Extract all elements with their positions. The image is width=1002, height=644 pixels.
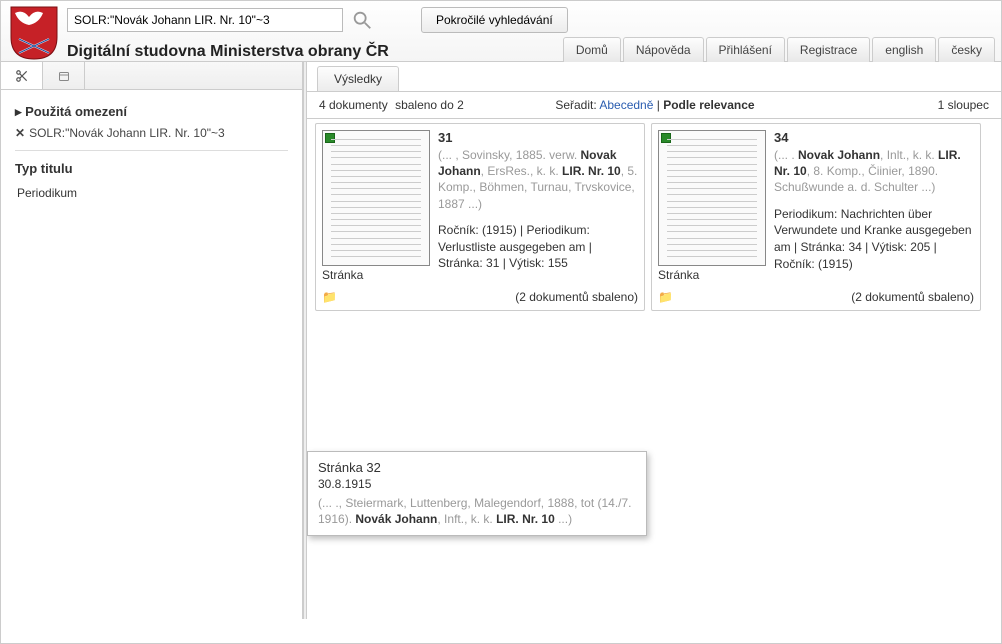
- sidebar: ▸ Použitá omezení ✕ SOLR:"Novák Johann L…: [1, 62, 303, 619]
- nav-help[interactable]: Nápověda: [623, 37, 704, 62]
- result-title: 34: [774, 130, 974, 145]
- thumb-label: Stránka: [322, 268, 430, 282]
- collapsed-label: (2 dokumentů sbaleno): [515, 290, 638, 304]
- column-toggle[interactable]: 1 sloupec: [938, 98, 989, 112]
- result-preview-tooltip: Stránka 32 30.8.1915 (... ., Steiermark,…: [307, 451, 647, 536]
- popup-snippet: (... ., Steiermark, Luttenberg, Malegend…: [318, 495, 636, 527]
- sidebar-tab-calendar[interactable]: [43, 62, 85, 89]
- search-icon[interactable]: [351, 9, 373, 31]
- nav-english[interactable]: english: [872, 37, 936, 62]
- result-card[interactable]: Stránka 31 (... , Sovinsky, 1885. verw. …: [315, 123, 645, 311]
- result-meta: Ročník: (1915) | Periodikum: Verlustlist…: [438, 222, 638, 272]
- filters-heading: ▸ Použitá omezení: [15, 104, 288, 120]
- result-thumbnail[interactable]: [658, 130, 766, 266]
- result-card[interactable]: Stránka 34 (... . Novak Johann, Inlt., k…: [651, 123, 981, 311]
- filter-chip: ✕ SOLR:"Novák Johann LIR. Nr. 10"~3: [15, 126, 288, 140]
- thumb-label: Stránka: [658, 268, 766, 282]
- sort-relevance[interactable]: Podle relevance: [663, 98, 754, 112]
- top-nav: Domů Nápověda Přihlášení Registrace engl…: [561, 37, 995, 62]
- result-meta: Periodikum: Nachrichten über Verwundete …: [774, 206, 974, 273]
- main-panel: Výsledky 4 dokumenty sbaleno do 2 Seřadi…: [307, 62, 1001, 619]
- folder-icon[interactable]: 📁: [322, 290, 337, 304]
- folder-icon[interactable]: 📁: [658, 290, 673, 304]
- filter-text: SOLR:"Novák Johann LIR. Nr. 10"~3: [29, 126, 225, 140]
- collapsed-label: (2 dokumentů sbaleno): [851, 290, 974, 304]
- advanced-search-button[interactable]: Pokročilé vyhledávání: [421, 7, 568, 33]
- popup-title: Stránka 32: [318, 460, 636, 475]
- type-periodical[interactable]: Periodikum: [15, 182, 288, 204]
- result-snippet: (... , Sovinsky, 1885. verw. Novak Johan…: [438, 147, 638, 212]
- nav-login[interactable]: Přihlášení: [706, 37, 785, 62]
- type-heading: Typ titulu: [15, 161, 288, 176]
- search-input[interactable]: [67, 8, 343, 32]
- sort-alpha[interactable]: Abecedně: [599, 98, 653, 112]
- scissors-icon: [15, 69, 29, 83]
- results-tab[interactable]: Výsledky: [317, 66, 399, 91]
- coat-of-arms-logo: [9, 5, 59, 61]
- results-toolbar: 4 dokumenty sbaleno do 2 Seřadit: Abeced…: [307, 92, 1001, 119]
- remove-filter-icon[interactable]: ✕: [15, 126, 25, 140]
- sort-controls: Seřadit: Abecedně | Podle relevance: [555, 98, 754, 112]
- sidebar-tab-filters[interactable]: [1, 62, 43, 89]
- result-snippet: (... . Novak Johann, Inlt., k. k. LIR. N…: [774, 147, 974, 196]
- nav-register[interactable]: Registrace: [787, 37, 870, 62]
- nav-czech[interactable]: česky: [938, 37, 995, 62]
- result-title: 31: [438, 130, 638, 145]
- nav-home[interactable]: Domů: [563, 37, 621, 62]
- doc-count: 4 dokumenty: [319, 98, 388, 112]
- result-thumbnail[interactable]: [322, 130, 430, 266]
- calendar-icon: [58, 70, 70, 82]
- popup-date: 30.8.1915: [318, 477, 636, 491]
- packed-count: sbaleno do 2: [392, 98, 464, 112]
